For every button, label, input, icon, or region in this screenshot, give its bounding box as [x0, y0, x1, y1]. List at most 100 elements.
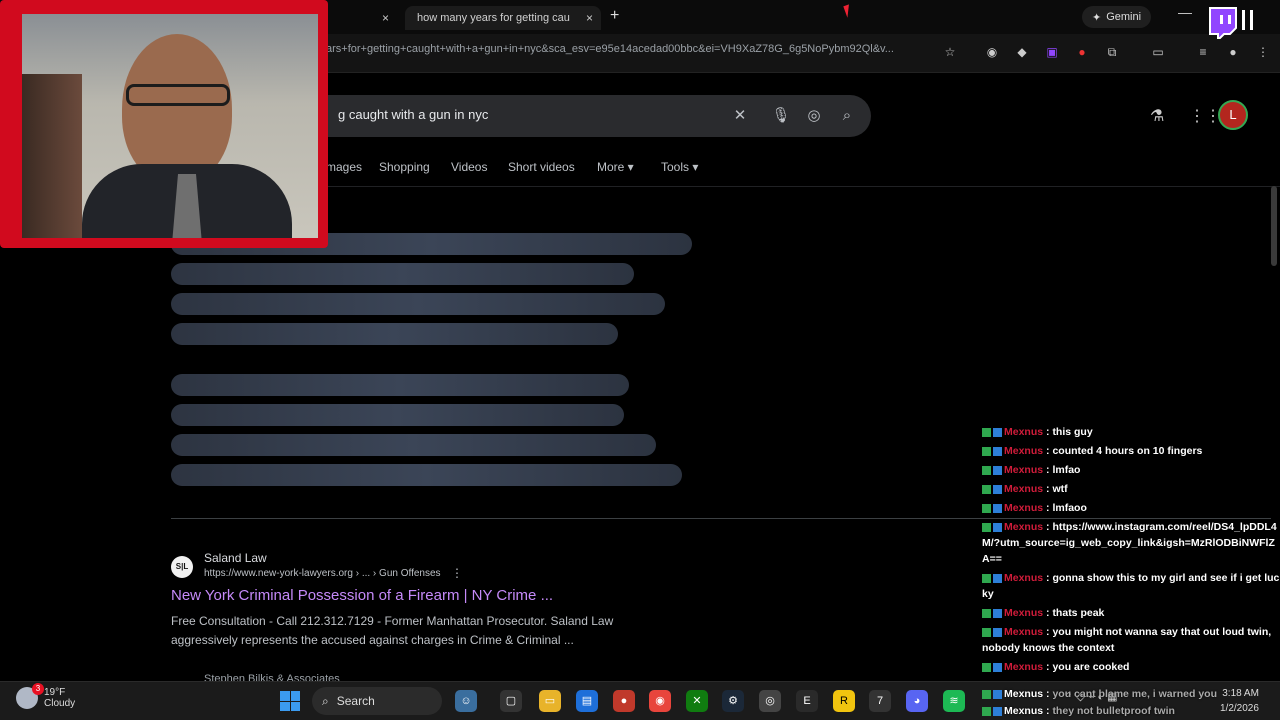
badge-icon [982, 573, 991, 583]
chat-message: Mexnus : lmfao [982, 462, 1280, 478]
twitch-chat: Mexnus : this guy Mexnus : counted 4 hou… [982, 424, 1280, 678]
chat-message: Mexnus : you are cooked [982, 659, 1280, 675]
badge-icon [993, 627, 1002, 637]
twitch-chat-tail: Mexnus : you cant blame me, i warned you… [982, 686, 1280, 720]
loading-skeleton-line [171, 434, 656, 456]
chat-message: Mexnus : you cant blame me, i warned you [982, 686, 1280, 702]
puzzle-icon[interactable]: ⧉ [1104, 44, 1120, 60]
chat-message: Mexnus : counted 4 hours on 10 fingers [982, 443, 1280, 459]
sparkle-icon: ✦ [1092, 11, 1102, 24]
badge-icon [993, 503, 1002, 513]
tab-tools[interactable]: Tools ▾ [661, 160, 698, 174]
badge-icon [982, 465, 991, 475]
badge-icon [993, 662, 1002, 672]
weather-temp: 19°F [44, 687, 66, 698]
discord-icon[interactable]: ◕ [906, 690, 928, 712]
chat-message: Mexnus : thats peak [982, 605, 1280, 621]
bookmark-star-icon[interactable]: ☆ [942, 44, 958, 60]
menu-icon[interactable]: ⋮ [1255, 44, 1271, 60]
app-icon[interactable]: 7 [869, 690, 891, 712]
webcam-feed [22, 14, 318, 238]
queue-icon[interactable]: ≡ [1195, 44, 1211, 60]
chat-message: Mexnus : they not bulletproof twin [982, 703, 1280, 719]
badge-icon [982, 662, 991, 672]
tab-title: how many years for getting cau [417, 12, 570, 24]
chrome-icon[interactable]: ◉ [649, 690, 671, 712]
tab-more[interactable]: More ▾ [597, 160, 634, 174]
avatar[interactable]: L [1218, 100, 1248, 130]
search-input[interactable]: g caught with a gun in nyc [338, 107, 488, 122]
tab-close-icon[interactable]: × [382, 11, 392, 25]
result-url[interactable]: https://www.new-york-lawyers.org › ... ›… [204, 568, 441, 579]
search-icon[interactable]: ⌕ [837, 106, 857, 126]
minimize-icon[interactable]: — [1178, 4, 1192, 20]
twitch-logo-icon [1209, 7, 1253, 39]
xbox-icon[interactable]: ✕ [686, 690, 708, 712]
store-icon[interactable]: ▤ [576, 690, 598, 712]
browser-tab-inactive[interactable]: × [330, 6, 400, 30]
weather-desc: Cloudy [44, 698, 76, 709]
tab-shopping[interactable]: Shopping [379, 160, 430, 174]
epic-games-icon[interactable]: E [796, 690, 818, 712]
badge-icon [993, 608, 1002, 618]
loading-skeleton-line [171, 404, 624, 426]
browser-tab-active[interactable]: how many years for getting cau × [405, 6, 601, 30]
webcam-overlay [0, 0, 328, 248]
twitch-extension-icon[interactable]: ▣ [1044, 44, 1060, 60]
microphone-icon[interactable]: 🎙 [771, 106, 791, 126]
badge-icon [993, 484, 1002, 494]
clear-icon[interactable]: ✕ [730, 106, 750, 126]
taskbar-search[interactable]: ⌕ Search [312, 687, 442, 715]
result-site-name[interactable]: Saland Law [204, 551, 267, 565]
chat-message: Mexnus : https://www.instagram.com/reel/… [982, 521, 1277, 565]
badge-icon [993, 573, 1002, 583]
badge-icon [993, 689, 1002, 699]
extension-icon[interactable]: ◉ [984, 44, 1000, 60]
scrollbar[interactable] [1271, 186, 1277, 266]
chat-message: Mexnus : gonna show this to my girl and … [982, 572, 1280, 600]
result-snippet: Free Consultation - Call 212.312.7129 - … [171, 614, 614, 647]
tab-images[interactable]: mages [326, 160, 362, 174]
tab-videos[interactable]: Videos [451, 160, 487, 174]
badge-icon [982, 706, 991, 716]
result-title-link[interactable]: New York Criminal Possession of a Firear… [171, 587, 553, 604]
url-field[interactable]: ars+for+getting+caught+with+a+gun+in+nyc… [326, 43, 936, 63]
tab-short-videos[interactable]: Short videos [508, 160, 575, 174]
badge-icon [982, 522, 991, 532]
extension-icon[interactable]: ◆ [1014, 44, 1030, 60]
rockstar-icon[interactable]: R [833, 690, 855, 712]
file-explorer-icon[interactable]: ▭ [539, 690, 561, 712]
apps-grid-icon[interactable]: ⋮⋮ [1189, 106, 1221, 126]
task-view-icon[interactable]: ▢ [500, 690, 522, 712]
labs-flask-icon[interactable]: ⚗ [1150, 106, 1164, 126]
lens-icon[interactable]: ◎ [804, 106, 824, 126]
app-icon[interactable]: ● [613, 690, 635, 712]
weather-widget[interactable]: 3 19°F Cloudy [16, 683, 76, 709]
badge-icon [993, 427, 1002, 437]
loading-skeleton-line [171, 374, 629, 396]
badge-icon [982, 484, 991, 494]
spotify-icon[interactable]: ≋ [943, 690, 965, 712]
chat-message: Mexnus : this guy [982, 424, 1280, 440]
widget-app-icon[interactable]: ☺ [455, 690, 477, 712]
tab-close-icon[interactable]: × [586, 11, 593, 25]
gemini-button[interactable]: ✦ Gemini [1082, 6, 1152, 28]
badge-icon [982, 446, 991, 456]
site-favicon: S|L [171, 556, 193, 578]
steam-icon[interactable]: ⚙ [722, 690, 744, 712]
cast-icon[interactable]: ▭ [1150, 44, 1166, 60]
obs-icon[interactable]: ◎ [759, 690, 781, 712]
more-options-icon[interactable]: ⋮ [451, 566, 463, 580]
badge-icon [993, 446, 1002, 456]
badge-icon [982, 608, 991, 618]
new-tab-icon[interactable]: + [610, 7, 619, 25]
profile-icon[interactable]: ● [1225, 44, 1241, 60]
chat-message: Mexnus : you might not wanna say that ou… [982, 626, 1272, 654]
start-button[interactable] [280, 691, 300, 711]
loading-skeleton-line [171, 293, 665, 315]
search-box[interactable]: g caught with a gun in nyc ✕ 🎙 ◎ ⌕ [316, 95, 871, 137]
chat-message: Mexnus : wtf [982, 481, 1280, 497]
badge-icon [982, 427, 991, 437]
badge-icon [982, 689, 991, 699]
extension-icon[interactable]: ● [1074, 44, 1090, 60]
